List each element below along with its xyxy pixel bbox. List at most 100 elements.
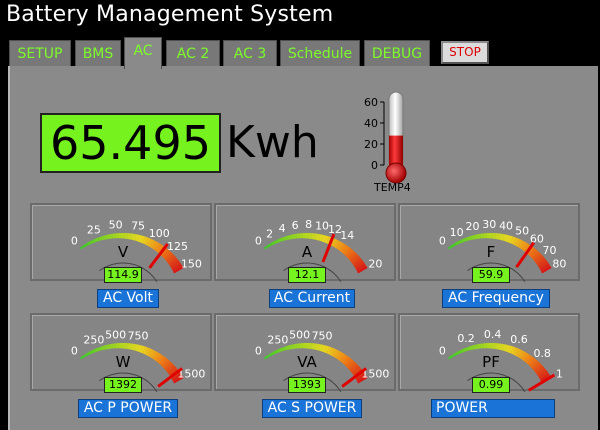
gauge-tick-label: 10 bbox=[450, 226, 464, 239]
gauge-band-segment bbox=[483, 233, 487, 239]
gauge-tick-label: 0 bbox=[439, 345, 446, 358]
gauge-tick-label: 50 bbox=[109, 218, 123, 231]
gauge-tick-label: 1 bbox=[556, 368, 563, 381]
gauge-band-segment bbox=[115, 343, 119, 349]
gauge-tick-label: 0 bbox=[255, 235, 262, 248]
power-factor-gauge: 0 0.2 0.4 0.6 0.8 1 PF 0.99 bbox=[398, 313, 580, 393]
ac-current-gauge: 0 2 4 6 8 10 12 14 20 A 12.1 bbox=[214, 203, 396, 283]
gauge-tick-label: 10 bbox=[315, 219, 329, 232]
gauge-tick-label: 750 bbox=[128, 329, 149, 342]
gauge-unit-label: V bbox=[118, 243, 129, 261]
tab-ac2[interactable]: AC 2 bbox=[166, 40, 220, 66]
gauge-band-segment bbox=[118, 343, 122, 349]
gauge-band-segment bbox=[489, 233, 493, 239]
gauge-tick-label: 0.2 bbox=[457, 332, 475, 345]
gauge-band-segment bbox=[492, 343, 496, 349]
ac-frequency-label: AC Frequency bbox=[442, 289, 550, 308]
gauge-tick-label: 40 bbox=[499, 219, 513, 232]
gauge-tick-label: 150 bbox=[181, 258, 202, 271]
gauge-band-segment bbox=[305, 233, 309, 239]
gauge-tick-label: 250 bbox=[267, 334, 288, 347]
ac-frequency-readout: 59.9 bbox=[472, 267, 510, 283]
power-factor-readout: 0.99 bbox=[472, 377, 510, 393]
gauge-band-segment bbox=[302, 343, 306, 349]
thermo-tick-60: 60 bbox=[364, 96, 378, 109]
gauge-tick-label: 25 bbox=[87, 224, 101, 237]
ac-s-power-readout: 1393 bbox=[288, 377, 326, 393]
gauge-band-segment bbox=[124, 233, 128, 239]
gauge-band-segment bbox=[124, 343, 128, 349]
tab-setup[interactable]: SETUP bbox=[9, 40, 71, 66]
gauge-tick-label: 0 bbox=[255, 345, 262, 358]
gauge-band-segment bbox=[492, 233, 496, 239]
gauge-unit-label: VA bbox=[297, 353, 317, 371]
thermo-tick-0: 0 bbox=[371, 159, 378, 172]
ac-frequency-gauge: 0 10 20 30 40 50 60 70 80 F 59.9 bbox=[398, 203, 580, 283]
gauge-band-segment bbox=[115, 233, 119, 239]
ac-p-power-label: AC P POWER bbox=[78, 399, 178, 418]
gauge-tick-label: 100 bbox=[149, 227, 170, 240]
temp4-thermometer: 60 40 20 0 TEMP4 bbox=[352, 88, 432, 200]
ac-current-label: AC Current bbox=[269, 289, 355, 308]
gauge-tick-label: 4 bbox=[279, 222, 286, 235]
gauge-band-segment bbox=[305, 343, 309, 349]
ac-current-readout: 12.1 bbox=[288, 267, 326, 283]
stop-button[interactable]: STOP bbox=[441, 41, 489, 64]
gauge-band-segment bbox=[483, 343, 487, 349]
gauge-tick-label: 0.6 bbox=[510, 333, 528, 346]
ac-volt-gauge: 0 25 50 75 100 125 150 V 114.9 bbox=[30, 203, 212, 283]
gauge-tick-label: 0 bbox=[439, 235, 446, 248]
thermo-label: TEMP4 bbox=[374, 181, 411, 194]
gauge-tick-label: 20 bbox=[466, 220, 480, 233]
gauge-tick-label: 500 bbox=[105, 328, 126, 341]
gauge-tick-label: 250 bbox=[83, 334, 104, 347]
gauge-band-segment bbox=[299, 343, 303, 349]
gauge-tick-label: 70 bbox=[542, 244, 556, 257]
ac-p-power-readout: 1392 bbox=[104, 377, 142, 393]
tab-ac3[interactable]: AC 3 bbox=[223, 40, 277, 66]
ac-s-power-gauge: 0 250 500 750 1500 VA 1393 bbox=[214, 313, 396, 393]
ac-s-power-label: AC S POWER bbox=[262, 399, 362, 418]
gauge-tick-label: 0 bbox=[71, 235, 78, 248]
gauge-tick-label: 125 bbox=[167, 240, 188, 253]
thermo-tick-40: 40 bbox=[364, 117, 378, 130]
gauge-tick-label: 0.4 bbox=[484, 328, 502, 341]
gauge-band-segment bbox=[299, 233, 303, 239]
app-title: Battery Management System bbox=[6, 2, 334, 27]
gauge-band-segment bbox=[486, 233, 490, 239]
gauge-unit-label: PF bbox=[482, 353, 500, 371]
gauge-band-segment bbox=[121, 233, 125, 239]
gauge-tick-label: 20 bbox=[368, 258, 382, 271]
gauge-tick-label: 0.8 bbox=[533, 347, 551, 360]
gauge-band-segment bbox=[308, 233, 312, 239]
gauge-tick-label: 14 bbox=[340, 229, 354, 242]
gauge-band-segment bbox=[489, 343, 493, 349]
tab-bms[interactable]: BMS bbox=[75, 40, 121, 66]
gauge-band-segment bbox=[302, 233, 306, 239]
gauge-tick-label: 0 bbox=[71, 345, 78, 358]
tab-ac[interactable]: AC bbox=[124, 37, 162, 69]
energy-readout: 65.495 bbox=[40, 113, 221, 173]
gauge-band-segment bbox=[486, 343, 490, 349]
ac-volt-readout: 114.9 bbox=[104, 267, 142, 283]
energy-unit-label: Kwh bbox=[226, 117, 319, 168]
gauge-tick-label: 6 bbox=[292, 219, 299, 232]
gauge-tick-label: 500 bbox=[289, 328, 310, 341]
gauge-tick-label: 80 bbox=[552, 258, 566, 271]
gauge-tick-label: 2 bbox=[266, 227, 273, 240]
gauge-band-segment bbox=[121, 343, 125, 349]
tab-schedule[interactable]: Schedule bbox=[280, 40, 360, 66]
gauge-tick-label: 50 bbox=[515, 224, 529, 237]
ac-p-power-gauge: 0 250 500 750 1500 W 1392 bbox=[30, 313, 212, 393]
ac-volt-label: AC Volt bbox=[97, 289, 159, 308]
gauge-tick-label: 30 bbox=[482, 218, 496, 231]
tab-debug[interactable]: DEBUG bbox=[364, 40, 430, 66]
gauge-band-segment bbox=[118, 233, 122, 239]
thermo-tick-20: 20 bbox=[364, 138, 378, 151]
gauge-tick-label: 750 bbox=[312, 329, 333, 342]
gauge-unit-label: F bbox=[487, 243, 496, 261]
gauge-unit-label: W bbox=[116, 353, 131, 371]
power-factor-label: POWER bbox=[431, 399, 555, 418]
gauge-band-segment bbox=[308, 343, 312, 349]
gauge-tick-label: 8 bbox=[305, 218, 312, 231]
